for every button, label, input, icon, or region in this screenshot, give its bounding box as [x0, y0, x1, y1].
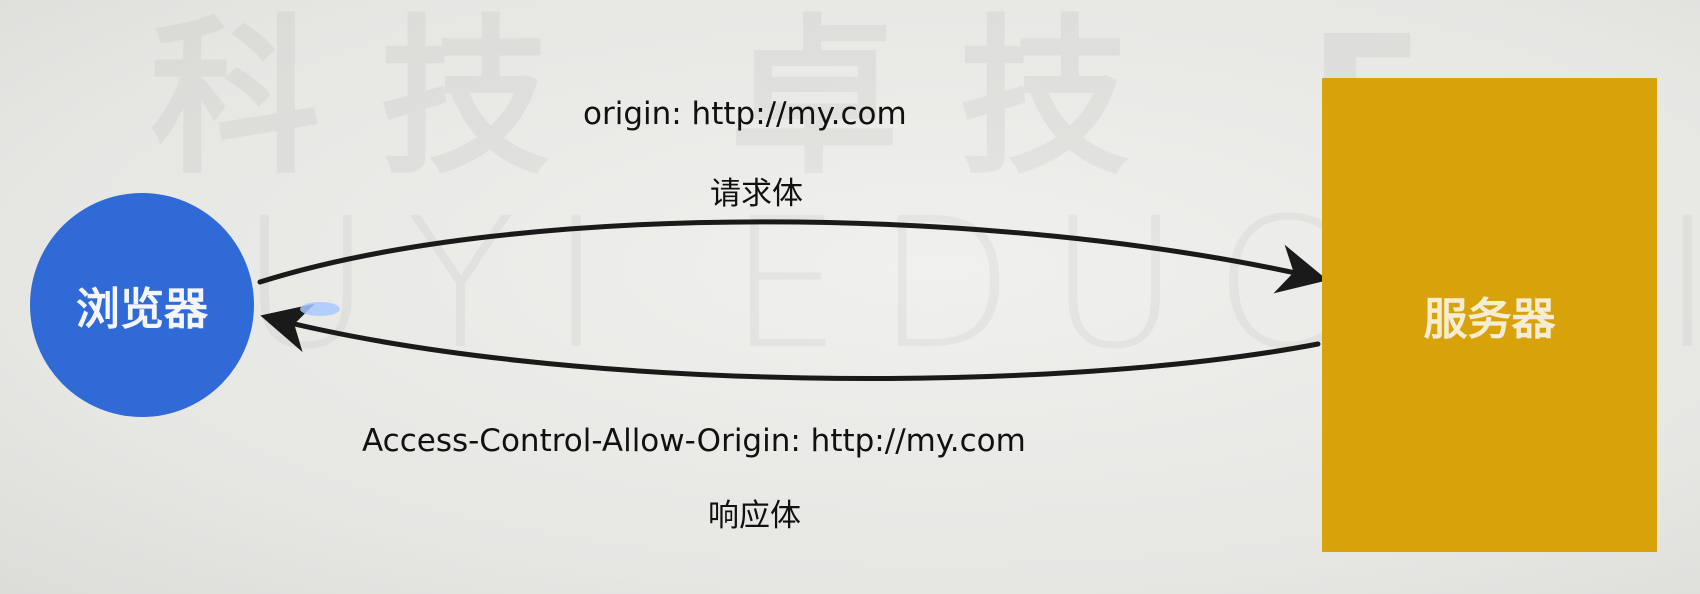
server-node: 服务器 — [1322, 78, 1657, 552]
browser-label: 浏览器 — [76, 284, 208, 335]
response-body-label: 响应体 — [708, 498, 801, 534]
request-body-label: 请求体 — [710, 176, 803, 212]
request-header-label: origin: http://my.com — [583, 96, 907, 132]
response-arrow — [260, 303, 1321, 381]
diagram-canvas: 科技 卓技 E UYI EDUCATION 浏览器 服务器 origin: ht… — [0, 0, 1700, 594]
request-arrow — [257, 219, 1328, 294]
browser-node: 浏览器 — [30, 193, 254, 417]
glare-highlight — [300, 302, 340, 316]
response-header-label: Access-Control-Allow-Origin: http://my.c… — [362, 423, 1026, 459]
server-label: 服务器 — [1423, 294, 1556, 345]
